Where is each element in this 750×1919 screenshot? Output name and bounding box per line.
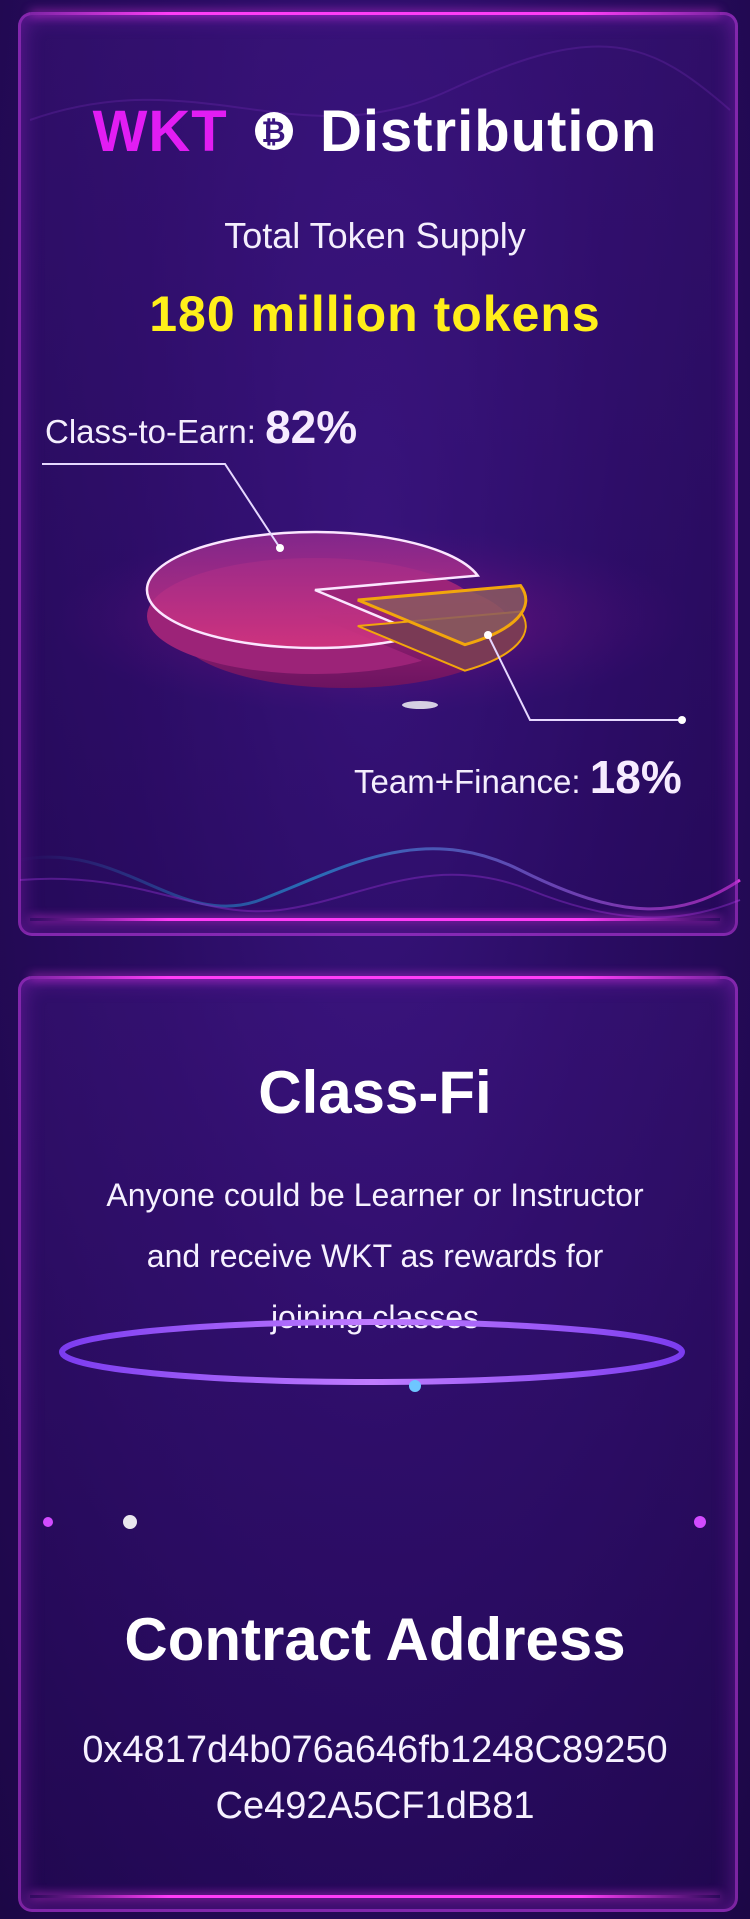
supply-label: Total Token Supply <box>224 215 526 256</box>
class-leader-dot <box>276 544 284 552</box>
classfi-line: and receive WKT as rewards for <box>146 1238 604 1274</box>
class-to-earn-percent: 82% <box>265 401 358 453</box>
team-leader-end-dot <box>678 716 686 724</box>
team-leader-dot <box>484 631 492 639</box>
classfi-title: Class-Fi <box>258 1059 492 1126</box>
classfi-line: Anyone could be Learner or Instructor <box>106 1177 644 1213</box>
classfi-line: joining classes <box>270 1299 480 1335</box>
pie-sparkle <box>402 701 438 709</box>
class-to-earn-label: Class-to-Earn: 82% <box>45 400 357 454</box>
supply-value: 180 million tokens <box>149 286 601 342</box>
top-glow-line <box>30 12 720 15</box>
bitcoin-coin-icon: ₿ <box>254 111 293 150</box>
contract-address-line: 0x4817d4b076a646fb1248C89250 <box>82 1729 668 1771</box>
class-to-earn-text: Class-to-Earn: <box>45 413 256 450</box>
team-finance-percent: 18% <box>589 751 682 803</box>
team-finance-text: Team+Finance: <box>354 763 581 800</box>
mid-glow-line <box>30 918 720 921</box>
distribution-pie-chart <box>42 463 692 724</box>
svg-text:₿: ₿ <box>261 115 286 150</box>
contract-address[interactable]: 0x4817d4b076a646fb1248C89250 Ce492A5CF1d… <box>0 1722 750 1834</box>
bottom-panel-glow-line <box>30 976 720 979</box>
brand-name: WKT <box>92 99 228 164</box>
contract-address-line: Ce492A5CF1dB81 <box>215 1785 535 1827</box>
distribution-title: WKT ₿ Distribution <box>0 98 750 165</box>
contract-title: Contract Address <box>124 1606 626 1673</box>
team-finance-label: Team+Finance: 18% <box>354 750 682 804</box>
title-text: Distribution <box>319 99 658 164</box>
footer-glow-line <box>30 1895 720 1898</box>
classfi-description: Anyone could be Learner or Instructor an… <box>55 1165 695 1348</box>
